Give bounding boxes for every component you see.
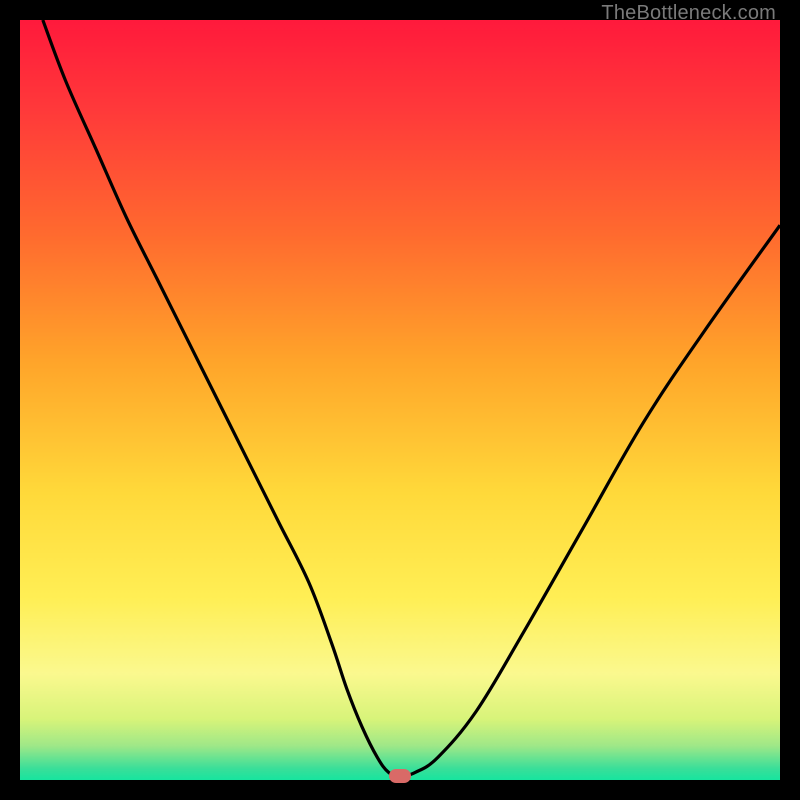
chart-frame [20, 20, 780, 780]
gradient-background [20, 20, 780, 780]
watermark-text: TheBottleneck.com [601, 2, 776, 25]
optimal-point-marker [389, 769, 411, 783]
